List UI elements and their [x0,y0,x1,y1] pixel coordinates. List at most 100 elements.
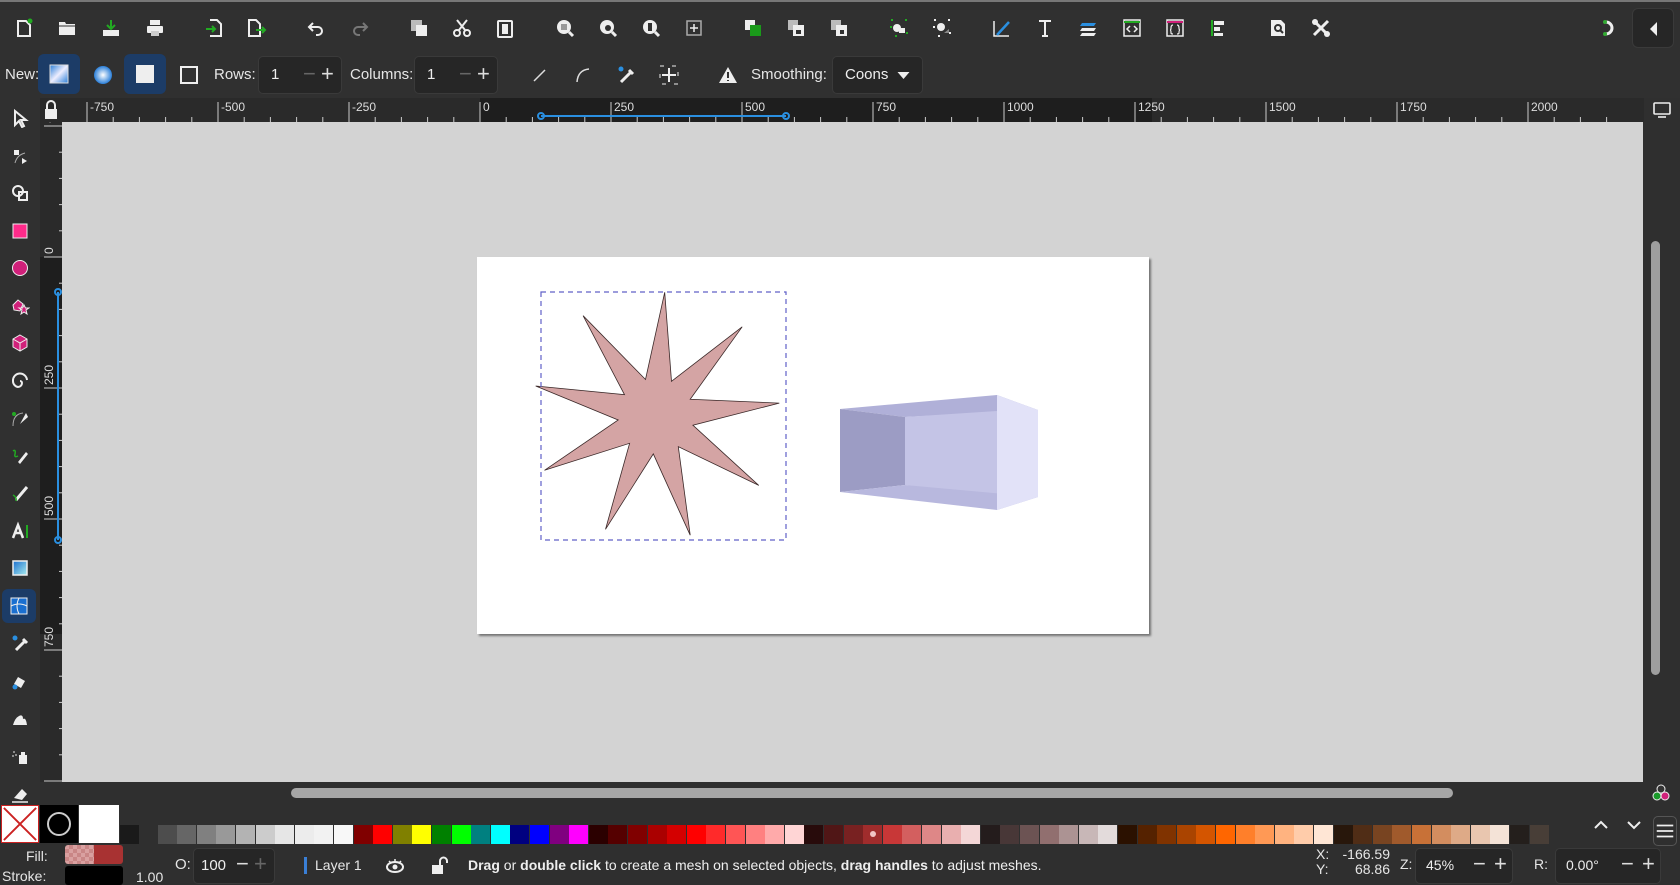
color-swatch[interactable] [667,825,687,844]
color-swatch[interactable] [765,825,785,844]
vertical-ruler[interactable]: -250 0 250 500 750 [40,122,62,782]
color-swatch[interactable] [902,825,922,844]
3d-box-tool[interactable] [5,328,35,358]
document-properties-button[interactable] [1263,13,1293,43]
print-button[interactable] [140,13,170,43]
color-swatch[interactable] [196,825,216,844]
zoom-selection-button[interactable] [550,13,580,43]
color-swatch[interactable] [1157,825,1177,844]
straight-sides-button[interactable] [525,60,555,90]
columns-spinbox[interactable]: 1 − + [414,56,498,94]
color-swatch[interactable] [1451,825,1471,844]
xml-editor-button[interactable] [1117,13,1147,43]
pencil-tool[interactable] [5,441,35,471]
rows-value[interactable]: 1 [271,66,279,83]
color-swatch[interactable] [1274,825,1294,844]
color-swatch[interactable] [1314,825,1333,844]
vertical-scrollbar[interactable] [1651,241,1660,675]
horizontal-ruler[interactable]: -750 -500 -250 0 250 500 750 1000 1250 1500 1750 20… [62,98,1644,122]
undo-button[interactable] [301,13,331,43]
rows-spinbox[interactable]: 1 − + [258,56,342,94]
color-management-button[interactable] [1644,782,1678,804]
color-swatch[interactable] [412,825,432,844]
color-swatch[interactable] [490,825,510,844]
mesh-type-normal-button[interactable] [38,54,80,94]
zoom-page-button[interactable] [636,13,666,43]
color-swatch[interactable] [824,825,843,844]
color-swatch[interactable] [236,825,255,844]
zoom-value[interactable]: 45% [1426,857,1454,873]
selectors-css-button[interactable] [1160,13,1190,43]
black-swatch-large[interactable] [40,805,78,843]
rotation-value[interactable]: 0.00° [1566,857,1599,873]
color-swatch[interactable] [980,825,1000,844]
rotate-cw-button[interactable]: + [1642,851,1655,877]
columns-value[interactable]: 1 [427,66,435,83]
cut-button[interactable] [447,13,477,43]
raise-to-top-button[interactable] [738,13,768,43]
layer-visibility-toggle[interactable] [380,851,410,881]
lock-guides-button[interactable] [40,98,62,122]
star-tool[interactable] [5,291,35,321]
group-button[interactable] [884,13,914,43]
opacity-decrement[interactable]: − [236,851,249,877]
color-swatch[interactable] [726,825,745,844]
new-document-button[interactable] [9,13,39,43]
open-button[interactable] [52,13,82,43]
node-tool[interactable] [5,141,35,171]
color-swatch[interactable] [1216,825,1235,844]
color-swatch[interactable] [1000,825,1020,844]
layer-lock-toggle[interactable] [424,851,454,881]
zoom-spinbox[interactable]: 45% − + [1415,848,1513,884]
color-swatch[interactable] [1235,825,1255,844]
color-swatch[interactable] [1333,825,1353,844]
color-swatch[interactable] [1392,825,1412,844]
color-swatch[interactable] [1294,825,1314,844]
color-swatch[interactable] [1431,825,1451,844]
color-swatch[interactable] [1118,825,1137,844]
spray-tool[interactable] [5,741,35,771]
export-button[interactable] [241,13,271,43]
tweak-tool[interactable] [5,703,35,733]
selector-tool[interactable] [5,103,35,133]
color-swatch[interactable] [843,825,863,844]
color-swatch[interactable] [1176,825,1196,844]
color-swatch[interactable] [314,825,334,844]
zoom-drawing-button[interactable] [593,13,623,43]
color-swatch[interactable] [1372,825,1392,844]
layers-button[interactable] [1074,13,1104,43]
group-unlock-button[interactable] [824,13,854,43]
zoom-out-button[interactable]: − [1473,851,1486,877]
color-swatch[interactable] [1490,825,1510,844]
color-swatch[interactable] [863,825,883,844]
warning-icon[interactable] [713,60,743,90]
mesh-tool[interactable] [2,588,36,623]
color-swatch[interactable] [1098,825,1118,844]
pen-tool[interactable] [5,403,35,433]
align-distribute-button[interactable] [1203,13,1233,43]
opacity-spinbox[interactable]: 100 − + [193,848,275,884]
color-swatch[interactable] [922,825,941,844]
lower-lock-button[interactable] [781,13,811,43]
palette-menu-button[interactable] [1653,816,1677,846]
paste-button[interactable] [490,13,520,43]
fill-indicator[interactable] [65,845,123,864]
columns-decrement[interactable]: − [459,61,472,87]
zoom-center-page-button[interactable] [679,13,709,43]
fill-stroke-button[interactable] [987,13,1017,43]
shape-builder-tool[interactable] [5,178,35,208]
dropper-tool[interactable] [5,628,35,658]
stroke-indicator[interactable] [65,866,123,885]
color-swatch[interactable] [255,825,275,844]
color-swatch[interactable] [353,825,373,844]
rotate-ccw-button[interactable]: − [1621,851,1634,877]
color-swatch[interactable] [510,825,530,844]
3d-box-shape[interactable] [840,395,1038,510]
rotation-spinbox[interactable]: 0.00° − + [1555,848,1661,884]
pick-colors-button[interactable] [611,60,641,90]
rows-increment[interactable]: + [321,61,334,87]
color-swatch[interactable] [1255,825,1275,844]
calligraphy-tool[interactable] [5,478,35,508]
color-swatch[interactable] [1510,825,1529,844]
color-swatch[interactable] [628,825,647,844]
